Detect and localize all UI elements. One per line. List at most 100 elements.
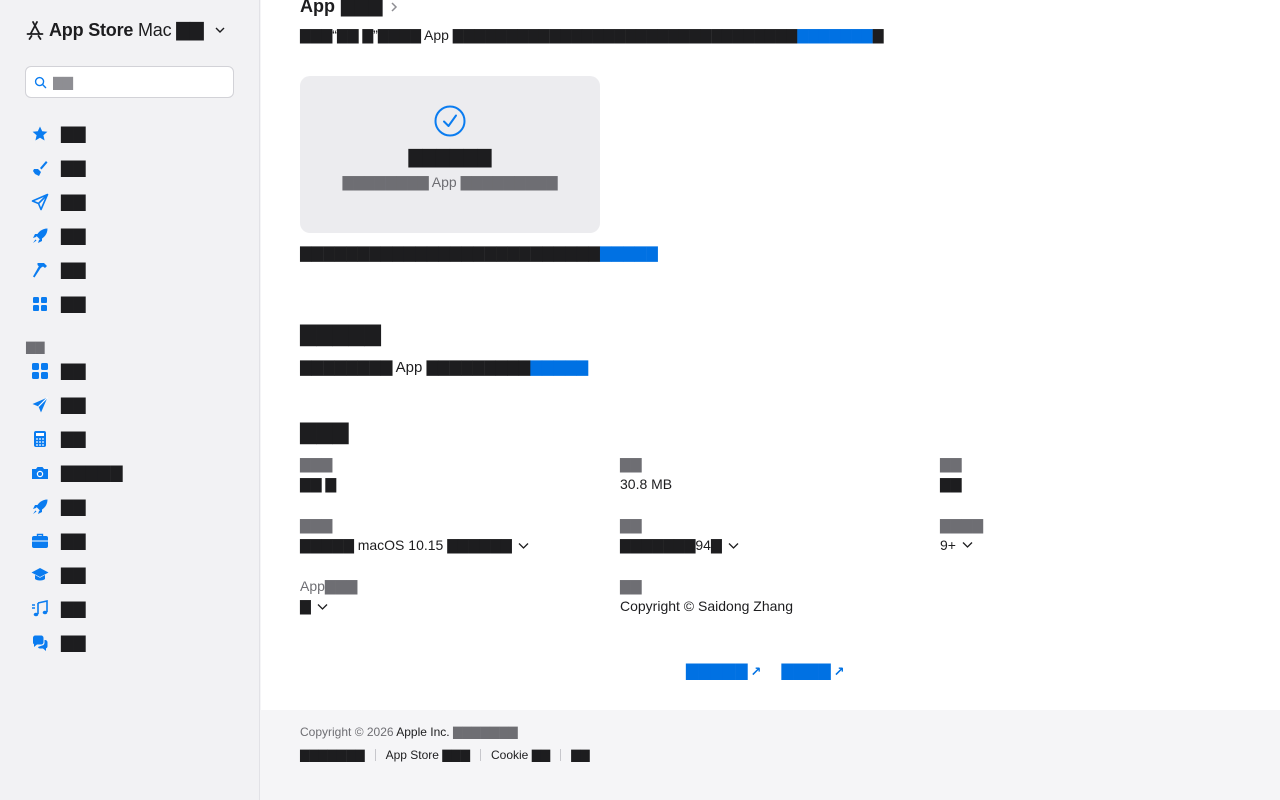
privacy-policy-link[interactable]: ▇▇▇▇▇▇▇ xyxy=(797,27,872,43)
main-content: App ▇▇▇ ▇▇▇“▇▇ ▇”▇▇▇▇ App ▇▇▇▇▇▇▇▇▇▇▇▇▇▇… xyxy=(261,0,1280,710)
category-item[interactable]: ▇▇ xyxy=(25,592,245,626)
nav-item-categories[interactable]: ▇▇ xyxy=(25,287,245,321)
info-value-text: ▇▇ xyxy=(940,476,962,492)
category-item[interactable]: ▇▇ xyxy=(25,422,245,456)
app-support-link[interactable]: ▇▇▇▇ ↗ xyxy=(781,661,844,681)
info-languages[interactable]: ▇▇ ▇▇▇▇▇▇▇94▇ xyxy=(620,517,920,554)
footer: Copyright © 2026 Apple Inc. ▇▇▇▇▇▇▇ ▇▇▇▇… xyxy=(261,710,1280,800)
nav-label: ▇▇ xyxy=(61,228,86,245)
nav-item-discover[interactable]: ▇▇ xyxy=(25,117,245,151)
copyright-text: Copyright © 2026 xyxy=(300,725,394,739)
access-pre: ▇▇▇▇▇▇▇▇ xyxy=(300,359,393,376)
information-title: ▇▇▇ xyxy=(300,421,349,444)
hammer-icon xyxy=(31,261,49,279)
privacy-practices-line: ▇▇▇▇▇▇▇▇▇▇▇▇▇▇▇▇▇▇▇▇▇▇▇▇▇▇▇▇▇▇▇ xyxy=(300,244,658,262)
chevron-down-icon xyxy=(728,542,739,549)
brand-menu[interactable]: App Store Mac ▇▇ xyxy=(25,18,226,42)
info-value-text: ▇ xyxy=(300,598,311,614)
category-item[interactable]: ▇▇ xyxy=(25,524,245,558)
info-key: ▇▇ xyxy=(940,456,962,472)
nav-item-play[interactable]: ▇▇ xyxy=(25,219,245,253)
footer-link-cookie[interactable]: Cookie ▇▇ xyxy=(491,748,550,762)
divider xyxy=(560,749,562,761)
grid-icon xyxy=(31,295,49,313)
info-key: App▇▇▇ xyxy=(300,578,358,594)
data-not-collected-card: ▇▇▇▇▇▇ ▇▇▇▇▇▇▇▇ App ▇▇▇▇▇▇▇▇▇ xyxy=(300,76,600,233)
desc-end: ▇ xyxy=(872,27,884,43)
nav-label: ▇▇ xyxy=(61,296,86,313)
nav-item-develop[interactable]: ▇▇ xyxy=(25,253,245,287)
heading-app: App xyxy=(300,0,335,16)
chat-bubbles-icon xyxy=(31,634,49,652)
accessibility-learn-more-link[interactable]: ▇▇▇▇▇ xyxy=(530,359,588,376)
chevron-right-icon xyxy=(391,1,397,12)
card-sub-pre: ▇▇▇▇▇▇▇▇ xyxy=(342,174,429,190)
nav-primary: ▇▇ ▇▇ ▇▇ ▇▇ ▇▇ ▇▇ xyxy=(25,117,245,321)
info-category: ▇▇ ▇▇ xyxy=(940,456,1240,493)
info-value: ▇▇ xyxy=(940,476,1240,493)
rocket-icon xyxy=(31,227,49,245)
paper-plane-icon xyxy=(31,396,49,414)
nav-label: ▇▇ xyxy=(61,397,86,414)
external-arrow-icon: ↗ xyxy=(833,664,845,679)
link-text: ▇▇▇▇▇ xyxy=(686,663,748,680)
search-input[interactable] xyxy=(53,74,223,90)
category-item[interactable]: ▇▇ xyxy=(25,558,245,592)
info-value-text: ▇▇ ▇ xyxy=(300,476,337,492)
nav-label: ▇▇ xyxy=(61,262,86,279)
paper-plane-icon xyxy=(31,193,49,211)
info-size: ▇▇ 30.8 MB xyxy=(620,456,920,492)
music-icon xyxy=(31,600,49,618)
accessibility-line: ▇▇▇▇▇▇▇▇ App ▇▇▇▇▇▇▇▇▇▇▇▇▇▇ xyxy=(300,358,588,376)
search-box[interactable] xyxy=(25,66,234,98)
desc-text: ▇▇▇“▇▇ ▇”▇▇▇▇ App ▇▇▇▇▇▇▇▇▇▇▇▇▇▇▇▇▇▇▇▇▇▇… xyxy=(300,27,798,43)
nav-label: ▇▇ xyxy=(61,431,86,448)
category-item[interactable]: ▇▇▇▇▇ xyxy=(25,456,245,490)
category-item[interactable]: ▇▇ xyxy=(25,490,245,524)
card-title: ▇▇▇▇▇▇ xyxy=(408,147,492,167)
nav-item-work[interactable]: ▇▇ xyxy=(25,185,245,219)
info-value: ▇▇ ▇ xyxy=(300,476,600,493)
info-value-text: ▇▇▇▇▇ macOS 10.15 ▇▇▇▇▇▇ xyxy=(300,537,512,553)
category-item[interactable]: ▇▇ xyxy=(25,626,245,660)
info-key: ▇▇ xyxy=(620,578,642,594)
access-app: App xyxy=(395,359,423,376)
info-age-rating[interactable]: ▇▇▇▇ 9+ xyxy=(940,517,1240,553)
nav-label: ▇▇ xyxy=(61,194,86,211)
chevron-down-icon xyxy=(518,542,529,549)
graduation-cap-icon xyxy=(31,566,49,584)
info-key: ▇▇ xyxy=(620,517,642,533)
info-value: ▇▇▇▇▇▇▇94▇ xyxy=(620,537,920,554)
brush-icon xyxy=(31,159,49,177)
learn-more-link[interactable]: ▇▇▇▇▇ xyxy=(600,245,658,262)
footer-links: ▇▇▇▇▇▇▇ App Store ▇▇▇ Cookie ▇▇ ▇▇ xyxy=(300,748,590,762)
divider xyxy=(480,749,481,761)
info-compatibility[interactable]: ▇▇▇ ▇▇▇▇▇ macOS 10.15 ▇▇▇▇▇▇ xyxy=(300,517,600,554)
brand-title: App Store Mac ▇▇ xyxy=(49,20,204,41)
nav-label: ▇▇▇▇▇ xyxy=(61,465,123,482)
nav-categories: ▇▇ ▇▇ ▇▇ ▇▇▇▇▇ ▇▇ ▇▇ ▇▇ ▇▇ ▇▇ xyxy=(25,354,245,660)
developer-website-link[interactable]: ▇▇▇▇▇ ↗ xyxy=(686,661,761,681)
nav-label: ▇▇ xyxy=(61,126,86,143)
category-item[interactable]: ▇▇ xyxy=(25,354,245,388)
access-post: ▇▇▇▇▇▇▇▇▇ xyxy=(426,359,531,376)
calculator-icon xyxy=(31,430,49,448)
footer-link-terms[interactable]: App Store ▇▇▇ xyxy=(386,748,470,762)
camera-icon xyxy=(31,464,49,482)
search-icon xyxy=(34,76,47,88)
info-in-app-purchases[interactable]: App▇▇▇ ▇ xyxy=(300,578,600,615)
info-key: ▇▇▇ xyxy=(300,517,333,533)
app-privacy-heading[interactable]: App ▇▇▇ xyxy=(300,0,399,17)
nav-item-create[interactable]: ▇▇ xyxy=(25,151,245,185)
footer-link-support[interactable]: ▇▇ xyxy=(571,748,589,762)
privacy-text: ▇▇▇▇▇▇▇▇▇▇▇▇▇▇▇▇▇▇▇▇▇▇▇▇▇▇ xyxy=(300,245,600,262)
category-item[interactable]: ▇▇ xyxy=(25,388,245,422)
footer-link-privacy[interactable]: ▇▇▇▇▇▇▇ xyxy=(300,748,365,762)
sidebar: App Store Mac ▇▇ ▇▇ ▇▇ ▇▇ ▇▇ ▇▇ ▇▇ ▇▇ ▇▇… xyxy=(0,0,260,800)
divider xyxy=(374,749,376,761)
nav-label: ▇▇ xyxy=(61,160,86,177)
brand-app-store: App Store xyxy=(49,19,134,40)
info-value-text: 30.8 MB xyxy=(620,476,673,492)
checkmark-circle-icon xyxy=(434,105,466,137)
external-arrow-icon: ↗ xyxy=(750,664,762,679)
